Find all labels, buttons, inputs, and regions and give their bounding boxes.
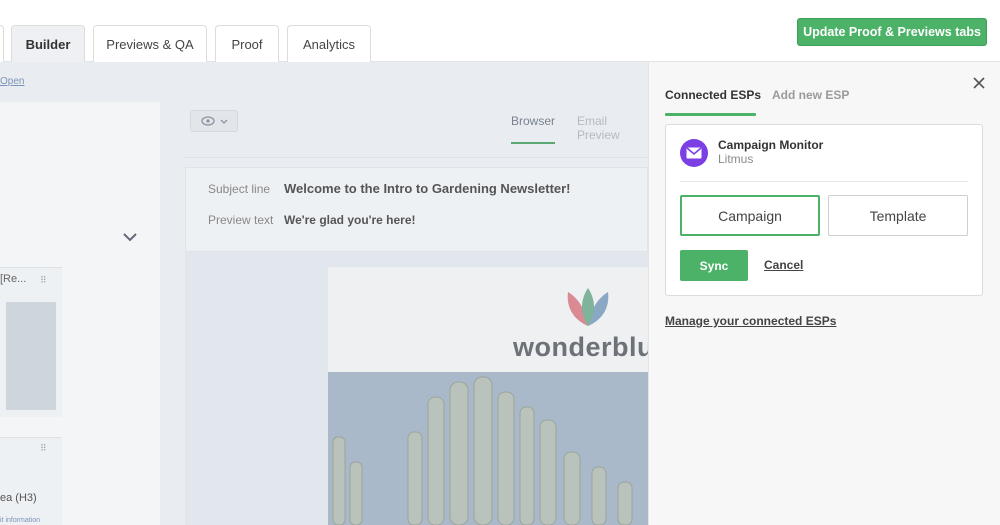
cancel-link[interactable]: Cancel [764, 258, 803, 272]
subject-line-label: Subject line [208, 182, 271, 196]
tab-analytics-label: Analytics [302, 36, 356, 52]
tab-proof-label: Proof [231, 36, 263, 52]
logo-mark-icon [567, 288, 609, 326]
email-meta-box [185, 167, 648, 252]
divider [680, 181, 968, 182]
tab-add-new-esp[interactable]: Add new ESP [772, 88, 849, 102]
divider [185, 157, 648, 158]
tab-analytics[interactable]: Analytics [287, 25, 371, 62]
update-proof-button[interactable]: Update Proof & Previews tabs [797, 18, 987, 46]
campaign-option[interactable]: Campaign [680, 195, 820, 236]
editor-overlay: Open [Re... ⠿ ⠿ ea (H3) it information B… [0, 62, 648, 525]
tab-proof[interactable]: Proof [215, 25, 279, 62]
manage-esps-link[interactable]: Manage your connected ESPs [665, 314, 836, 328]
left-card-label: [Re... [0, 273, 27, 285]
left-card-2 [0, 437, 62, 525]
drag-handle-icon[interactable]: ⠿ [40, 443, 47, 454]
sync-button[interactable]: Sync [680, 250, 748, 281]
esp-account: Litmus [718, 152, 754, 166]
left-image-placeholder [6, 302, 56, 410]
eye-icon [200, 116, 215, 126]
tab-connected-esps[interactable]: Connected ESPs [665, 88, 761, 102]
subject-line-value[interactable]: Welcome to the Intro to Gardening Newsle… [284, 181, 571, 196]
open-link[interactable]: Open [0, 76, 24, 87]
chevron-down-icon [220, 119, 227, 124]
template-option[interactable]: Template [828, 195, 968, 236]
tab-builder-label: Builder [25, 36, 71, 52]
tab-partial[interactable] [0, 25, 4, 62]
tab-browser[interactable]: Browser [511, 114, 555, 128]
tab-previews-qa-label: Previews & QA [106, 36, 194, 52]
hero-image [328, 372, 648, 525]
active-tab-underline [511, 142, 555, 144]
top-bar: Builder Previews & QA Proof Analytics Up… [0, 0, 1000, 62]
esp-name: Campaign Monitor [718, 138, 824, 152]
visibility-dropdown[interactable] [190, 110, 238, 132]
tab-builder[interactable]: Builder [11, 25, 85, 62]
tab-previews-qa[interactable]: Previews & QA [93, 25, 207, 62]
drag-handle-icon[interactable]: ⠿ [40, 275, 47, 286]
chevron-down-icon[interactable] [122, 232, 138, 242]
tab-email-preview[interactable]: Email Preview [577, 114, 648, 142]
preview-text-label: Preview text [208, 213, 274, 227]
logo-text: wonderblum [513, 332, 648, 362]
active-tab-underline [665, 113, 756, 116]
info-link[interactable]: it information [0, 517, 40, 524]
h3-label: ea (H3) [0, 492, 37, 504]
campaign-monitor-icon [680, 139, 708, 167]
cactus-image [328, 372, 648, 525]
preview-text-value[interactable]: We're glad you're here! [284, 213, 416, 227]
close-icon[interactable] [970, 74, 988, 92]
